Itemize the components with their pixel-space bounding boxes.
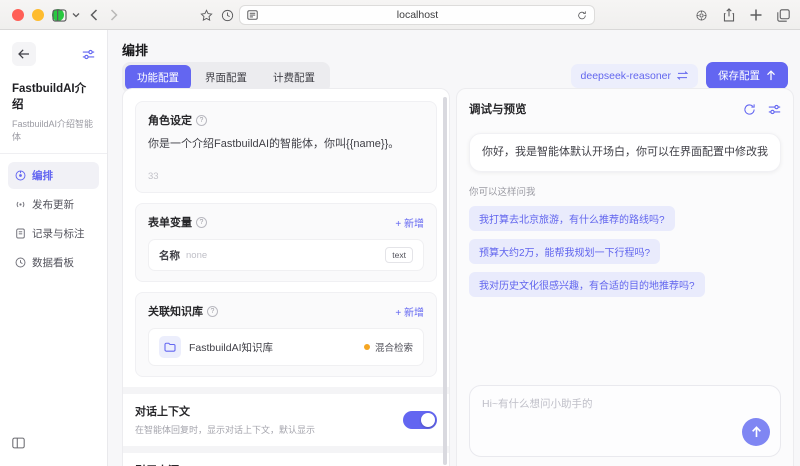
sidebar-item-label: 记录与标注 [32,226,85,241]
send-button[interactable] [742,418,770,446]
toggle-title: 对话上下文 [135,403,393,419]
browser-back-button[interactable] [90,0,98,30]
tab-overview-icon[interactable] [777,9,790,22]
sidebar-item-label: 数据看板 [32,255,74,270]
role-setting-title: 角色设定 [148,112,192,128]
window-close-button[interactable] [12,9,24,21]
model-selector[interactable]: deepseek-reasoner [571,64,698,88]
toggle-row-citation: 引用来源 当回答引用了文档后，可查看回答对应的文档来源 [135,453,437,466]
variable-type-badge: text [385,247,413,263]
back-button[interactable] [12,42,36,66]
knowledge-base-title: 关联知识库 [148,303,203,319]
model-name: deepseek-reasoner [581,70,671,82]
knowledge-base-row[interactable]: FastbuildAI知识库 混合检索 [148,328,424,366]
toggle-row-context: 对话上下文 在智能体回复时，显示对话上下文，默认显示 [135,394,437,446]
sidebar-item-orchestrate[interactable]: 编排 [8,162,99,189]
url-text: localhost [258,9,577,21]
browser-forward-button[interactable] [110,0,118,30]
divider [123,387,449,394]
app-window: localhost [0,0,800,466]
address-bar[interactable]: localhost [239,5,595,25]
reload-icon[interactable] [577,10,587,21]
new-tab-icon[interactable] [750,9,762,21]
folder-icon [159,336,181,358]
form-variables-title: 表单变量 [148,214,192,230]
sidebar-item-publish[interactable]: 发布更新 [8,191,99,218]
tab-billing-config[interactable]: 计费配置 [261,65,327,90]
add-variable-link[interactable]: + 新增 [395,215,424,230]
assistant-greeting-bubble: 你好，我是智能体默认开场白，你可以在界面配置中修改我 [469,133,781,172]
scrollbar[interactable] [443,97,447,465]
preview-panel: 调试与预览 你好，我是智能体默认开场白，你可以在界面配置中修改我 你可以这样问我… [456,88,794,466]
save-config-button[interactable]: 保存配置 [706,62,788,89]
knowledge-base-name: FastbuildAI知识库 [189,340,364,355]
suggested-question[interactable]: 预算大约2万，能帮我规划一下行程吗? [469,239,660,264]
suggested-question[interactable]: 我对历史文化很感兴趣，有合适的目的地推荐吗? [469,272,705,297]
help-icon[interactable]: ? [196,115,207,126]
retrieval-mode: 混合检索 [364,340,413,354]
tab-interface-config[interactable]: 界面配置 [193,65,259,90]
document-icon [15,228,26,239]
agent-title: FastbuildAI介绍 [0,66,107,112]
tab-function-config[interactable]: 功能配置 [125,65,191,90]
browser-settings-icon[interactable] [695,9,708,22]
suggested-question[interactable]: 我打算去北京旅游，有什么推荐的路线吗? [469,206,675,231]
history-clock-icon[interactable] [221,0,234,30]
preview-title: 调试与预览 [469,101,527,117]
broadcast-icon [15,199,26,210]
main-content: 编排 功能配置 界面配置 计费配置 deepseek-reasoner 保存配置 [108,30,800,466]
app-sidebar: FastbuildAI介绍 FastbuildAI介绍智能体 编排 发布更新 记… [0,30,108,466]
variable-row[interactable]: 名称 none text [148,239,424,271]
divider [123,446,449,453]
variable-name: 名称 [159,248,180,263]
knowledge-base-section: 关联知识库 ? + 新增 FastbuildAI知识库 混合检索 [135,292,437,377]
config-panel: 角色设定 ? 你是一个介绍FastbuildAI的智能体，你叫{{name}}。… [122,88,450,466]
sidebar-menu: 编排 发布更新 记录与标注 数据看板 [0,154,107,284]
toggle-title: 引用来源 [135,462,393,466]
retrieval-mode-label: 混合检索 [375,340,413,354]
save-config-label: 保存配置 [718,68,760,83]
sidebar-item-dashboard[interactable]: 数据看板 [8,249,99,276]
sidebar-item-records[interactable]: 记录与标注 [8,220,99,247]
status-dot [364,344,370,350]
agent-settings-sliders-icon[interactable] [82,48,95,61]
suggestions-label: 你可以这样问我 [469,184,781,198]
help-icon[interactable]: ? [196,217,207,228]
variable-value: none [186,250,385,261]
form-variables-section: 表单变量 ? + 新增 名称 none text [135,203,437,282]
char-count: 33 [148,171,424,182]
browser-chrome: localhost [0,0,800,30]
dashboard-clock-icon [15,257,26,268]
orchestrate-icon [15,170,26,181]
sidebar-item-label: 编排 [32,168,53,183]
agent-subtitle: FastbuildAI介绍智能体 [0,112,107,154]
collapse-sidebar-icon[interactable] [12,436,25,454]
add-knowledge-base-link[interactable]: + 新增 [395,304,424,319]
toggle-desc: 在智能体回复时，显示对话上下文，默认显示 [135,423,393,436]
role-prompt-text[interactable]: 你是一个介绍FastbuildAI的智能体，你叫{{name}}。 [148,136,424,153]
role-setting-section: 角色设定 ? 你是一个介绍FastbuildAI的智能体，你叫{{name}}。… [135,101,437,193]
window-minimize-button[interactable] [32,9,44,21]
chat-input-container [469,385,781,457]
chevron-down-icon[interactable] [72,0,80,30]
help-icon[interactable]: ? [207,306,218,317]
save-upload-icon [766,70,776,81]
page-title: 编排 [122,40,148,59]
bookmark-star-icon[interactable] [200,0,213,30]
preview-settings-sliders-icon[interactable] [768,103,781,116]
share-icon[interactable] [723,8,735,22]
sidebar-item-label: 发布更新 [32,197,74,212]
browser-sidebar-icon[interactable] [52,0,67,30]
reader-view-icon[interactable] [247,10,258,20]
context-toggle[interactable] [403,411,437,429]
chat-input[interactable] [470,386,780,456]
reset-chat-icon[interactable] [743,103,756,116]
swap-model-icon [677,71,688,80]
